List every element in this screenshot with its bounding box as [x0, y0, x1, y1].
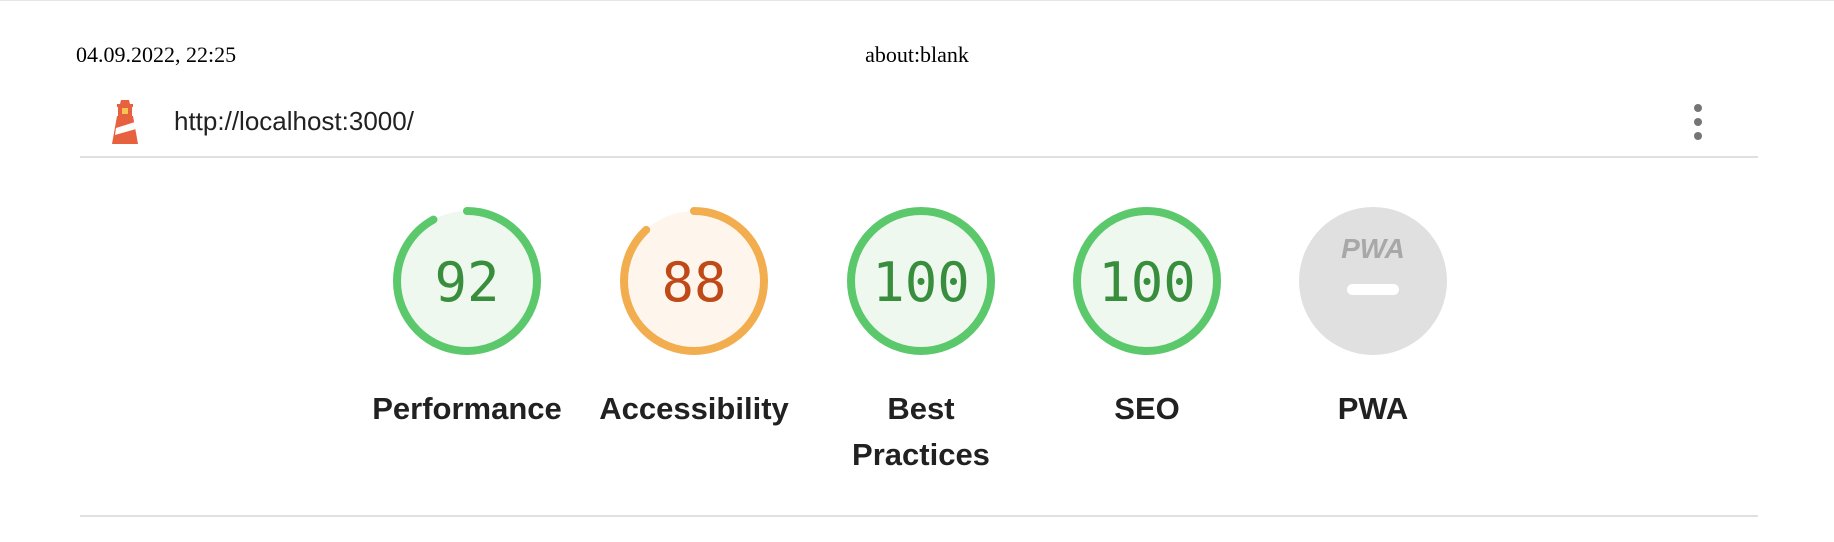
gauge-performance[interactable]: 92 Performance — [367, 198, 567, 432]
more-options-button[interactable] — [1686, 100, 1710, 144]
report-url[interactable]: http://localhost:3000/ — [174, 106, 414, 137]
gauge-performance-label: Performance — [372, 391, 562, 426]
more-vert-icon-dot — [1694, 132, 1702, 140]
lighthouse-icon — [112, 100, 138, 144]
gauge-accessibility[interactable]: 88 Accessibility — [594, 198, 794, 432]
category-gauges: 92 Performance 88 Accessibility 100 Best… — [0, 198, 1834, 478]
gauge-best-practices[interactable]: 100 Best Practices — [821, 198, 1021, 478]
gauge-best-practices-score: 100 — [872, 251, 970, 314]
print-header: 04.09.2022, 22:25 about:blank — [0, 42, 1834, 72]
gauge-best-practices-label: Best Practices — [852, 391, 990, 472]
gauge-performance-dial: 92 — [393, 207, 541, 355]
pwa-dash-icon — [1347, 284, 1399, 295]
top-hairline — [0, 0, 1834, 1]
pwa-badge: PWA — [1299, 207, 1447, 355]
gauge-accessibility-label: Accessibility — [599, 391, 789, 426]
section-divider — [80, 515, 1758, 517]
gauge-pwa[interactable]: PWA PWA — [1273, 198, 1473, 432]
gauge-best-practices-dial: 100 — [847, 207, 995, 355]
gauge-seo-label: SEO — [1114, 391, 1180, 426]
print-page-title: about:blank — [865, 42, 969, 67]
gauge-accessibility-score: 88 — [661, 251, 726, 314]
gauge-seo-score: 100 — [1098, 251, 1196, 314]
gauge-performance-score: 92 — [434, 251, 499, 314]
gauge-pwa-label: PWA — [1337, 391, 1409, 426]
pwa-badge-fill — [1299, 207, 1447, 355]
more-vert-icon — [1694, 104, 1702, 112]
gauge-accessibility-dial: 88 — [620, 207, 768, 355]
gauge-seo[interactable]: 100 SEO — [1047, 198, 1247, 432]
more-vert-icon-dot — [1694, 118, 1702, 126]
report-topbar: http://localhost:3000/ — [80, 88, 1758, 158]
pwa-logo-text: PWA — [1341, 233, 1405, 264]
gauge-seo-dial: 100 — [1073, 207, 1221, 355]
